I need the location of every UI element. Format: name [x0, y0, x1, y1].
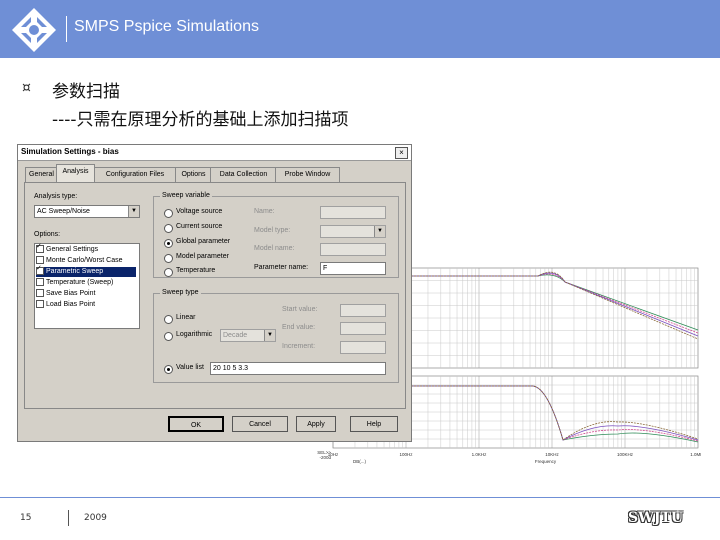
analysis-type-value: AC Sweep/Noise [37, 208, 90, 215]
radio-label: Model parameter [176, 253, 229, 260]
radio-label: Linear [176, 314, 196, 321]
logo-icon [12, 8, 56, 52]
dialog-titlebar: Simulation Settings - bias × [18, 145, 411, 161]
apply-button[interactable]: Apply [296, 416, 336, 432]
options-label: Options: [34, 231, 61, 238]
close-button[interactable]: × [395, 147, 408, 159]
start-value-field[interactable] [340, 304, 386, 317]
radio-label: Global parameter [176, 238, 231, 245]
checkbox[interactable] [36, 242, 44, 254]
ok-button[interactable]: OK [168, 416, 224, 432]
option-label: Monte Carlo/Worst Case [46, 257, 123, 264]
model-type-select[interactable]: ▼ [320, 225, 386, 238]
page-number: 15 [20, 513, 32, 523]
option-label: Parametric Sweep [46, 268, 104, 275]
option-temperature-sweep[interactable]: Temperature (Sweep) [36, 278, 136, 288]
end-value-field[interactable] [340, 322, 386, 335]
option-save-bias-point[interactable]: Save Bias Point [36, 289, 136, 299]
sweep-variable-label: Sweep variable [160, 192, 212, 199]
x-tick-label: 100KHz [617, 452, 634, 457]
footer-rule [0, 497, 720, 498]
slide-subtext: ----只需在原理分析的基础上添加扫描项 [52, 110, 349, 130]
bullet-icon: ¤ [22, 80, 31, 96]
log-scale-value: Decade [223, 332, 248, 339]
checkbox[interactable] [36, 289, 44, 298]
radio-label: Value list [176, 364, 204, 371]
checkbox[interactable] [36, 300, 44, 309]
model-type-label: Model type: [254, 227, 291, 234]
radio-global-parameter[interactable] [164, 239, 173, 248]
x-tick-label: 10KHz [545, 452, 559, 457]
footer-year: 2009 [84, 513, 107, 523]
dialog-title: Simulation Settings - bias [21, 147, 119, 156]
log-scale-select[interactable]: Decade ▼ [220, 329, 276, 342]
name-field[interactable] [320, 206, 386, 219]
tab-analysis[interactable]: Analysis [56, 164, 95, 182]
help-button[interactable]: Help [350, 416, 398, 432]
model-name-field[interactable] [320, 243, 386, 256]
radio-logarithmic[interactable] [164, 332, 173, 341]
option-label: Load Bias Point [46, 301, 96, 308]
radio-label: Voltage source [176, 208, 223, 215]
tab-data-collection[interactable]: Data Collection [210, 167, 277, 182]
x-tick-label: 100Hz [399, 452, 413, 457]
radio-linear[interactable] [164, 315, 173, 324]
cancel-button[interactable]: Cancel [232, 416, 288, 432]
model-name-label: Model name: [254, 245, 295, 252]
footer-divider [68, 510, 69, 526]
header-bar: SMPS Pspice Simulations [0, 0, 720, 58]
option-monte-carlo[interactable]: Monte Carlo/Worst Case [36, 256, 136, 266]
increment-field[interactable] [340, 341, 386, 354]
header-divider [66, 16, 67, 42]
sweep-type-group: Sweep type Linear Logarithmic Decade ▼ V… [153, 289, 399, 383]
end-value-label: End value: [282, 324, 316, 331]
checkbox[interactable] [36, 264, 44, 276]
value-list-field[interactable]: 20 10 5 3.3 [210, 362, 386, 375]
slide-heading: 参数扫描 [52, 82, 120, 102]
radio-label: Logarithmic [176, 331, 213, 338]
legend-label: DB(...) [353, 459, 367, 464]
tab-options[interactable]: Options [175, 167, 212, 182]
checkbox[interactable] [36, 256, 44, 265]
option-load-bias-point[interactable]: Load Bias Point [36, 300, 136, 310]
tab-general[interactable]: General [25, 167, 58, 182]
x-tick-label: 1.0KHz [472, 452, 488, 457]
radio-label: Temperature [176, 267, 216, 274]
radio-current-source[interactable] [164, 224, 173, 233]
radio-voltage-source[interactable] [164, 209, 173, 218]
chevron-down-icon[interactable]: ▼ [374, 226, 385, 237]
radio-label: Current source [176, 223, 223, 230]
option-label: Temperature (Sweep) [46, 279, 114, 286]
name-label: Name: [254, 208, 275, 215]
analysis-type-select[interactable]: AC Sweep/Noise ▼ [34, 205, 140, 218]
parameter-name-field[interactable]: F [320, 262, 386, 275]
brand-logo: SWJTU [628, 510, 684, 526]
option-label: Save Bias Point [46, 290, 96, 297]
sweep-type-label: Sweep type [160, 289, 201, 296]
option-parametric-sweep[interactable]: Parametric Sweep [36, 264, 136, 277]
option-label: General Settings [46, 246, 99, 253]
radio-temperature[interactable] [164, 268, 173, 277]
start-value-label: Start value: [282, 306, 318, 313]
increment-label: Increment: [282, 343, 316, 350]
page-title: SMPS Pspice Simulations [74, 18, 259, 35]
analysis-type-label: Analysis type: [34, 193, 78, 200]
radio-model-parameter[interactable] [164, 254, 173, 263]
analysis-panel: Analysis type: AC Sweep/Noise ▼ Options:… [24, 182, 406, 409]
option-general-settings[interactable]: General Settings [36, 242, 136, 255]
sweep-variable-group: Sweep variable Voltage source Current so… [153, 192, 399, 278]
x-axis-label: Frequency [535, 459, 557, 464]
tab-probe-window[interactable]: Probe Window [275, 167, 340, 182]
y-axis-label: -200d [319, 455, 331, 460]
simulation-settings-dialog: Simulation Settings - bias × General Ana… [17, 144, 412, 442]
radio-value-list[interactable] [164, 365, 173, 374]
options-list: General Settings Monte Carlo/Worst Case … [34, 242, 140, 329]
chevron-down-icon[interactable]: ▼ [264, 330, 275, 341]
tab-configuration-files[interactable]: Configuration Files [93, 167, 177, 182]
checkbox[interactable] [36, 278, 44, 287]
chevron-down-icon[interactable]: ▼ [128, 206, 139, 217]
x-tick-label: 1.0MHz [690, 452, 701, 457]
parameter-name-label: Parameter name: [254, 264, 309, 271]
